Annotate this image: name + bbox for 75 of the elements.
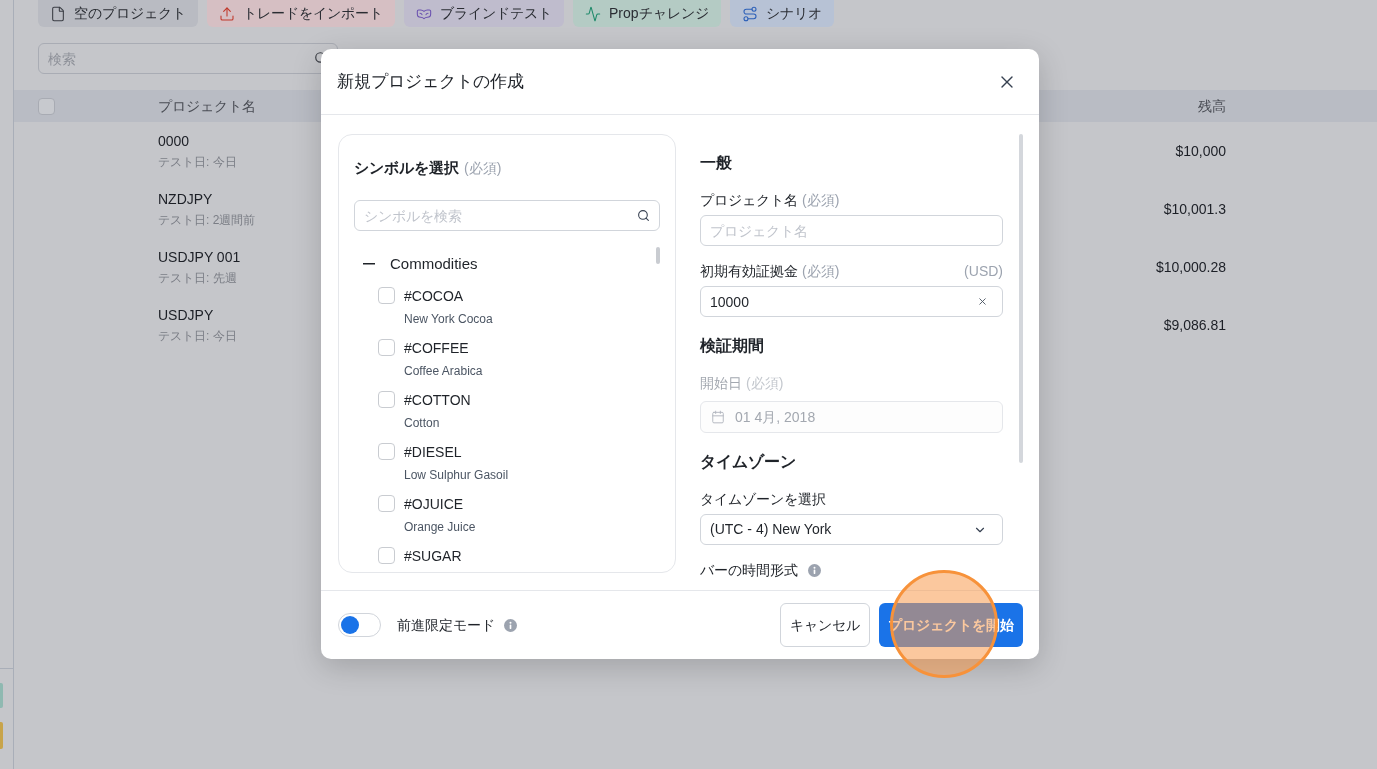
project-name: USDJPY [158, 306, 215, 325]
amount-field[interactable]: 10000 [700, 286, 1003, 317]
test-date: テスト日: 今日 [158, 154, 237, 171]
search-icon [637, 209, 650, 222]
info-icon [808, 563, 821, 577]
test-date: テスト日: 先週 [158, 270, 238, 287]
toggle-label: 前進限定モード [397, 615, 495, 635]
text-field[interactable]: プロジェクト名 [700, 215, 1003, 246]
field-label: バーの時間形式 [700, 561, 798, 580]
sidebar-icon[interactable] [0, 722, 3, 749]
info-icon [504, 618, 517, 632]
scrollbar-thumb[interactable] [656, 247, 660, 264]
calendar-icon [711, 410, 725, 424]
panel-title: シンボルを選択 [354, 157, 459, 178]
checkbox[interactable] [378, 287, 395, 304]
route-icon [741, 5, 758, 22]
checkbox[interactable] [38, 97, 55, 115]
section-title: 検証期間 [700, 336, 765, 356]
field-label: 開始日 [700, 374, 742, 393]
toggle-switch[interactable] [338, 613, 381, 637]
symbol-name[interactable]: #SUGAR [404, 546, 462, 566]
symbol-name[interactable]: #DIESEL [404, 442, 509, 462]
symbol-description: Cotton [404, 415, 441, 432]
toolbar-button[interactable]: シナリオ [729, 0, 834, 27]
symbol-name[interactable]: #OJUICE [404, 494, 476, 514]
checkbox[interactable] [378, 391, 395, 408]
project-name: 0000 [158, 132, 191, 151]
field-label: タイムゾーンを選択 [700, 490, 826, 509]
section-title: 一般 [700, 153, 733, 173]
symbol-search-field[interactable]: シンボルを検索 [354, 200, 660, 231]
clear-button[interactable] [977, 296, 988, 307]
test-date: テスト日: 2週間前 [158, 212, 256, 229]
required-note: (必須) [802, 191, 840, 210]
section-title: タイムゾーン [700, 452, 797, 472]
toolbar-button[interactable]: ブラインドテスト [404, 0, 564, 27]
symbol-description: Low Sulphur Gasoil [404, 467, 509, 484]
date-value: 01 4月, 2018 [735, 407, 816, 427]
checkbox[interactable] [378, 547, 395, 564]
required-note: (必須) [802, 262, 840, 281]
required-note: (必須) [464, 158, 502, 178]
toolbar-button[interactable]: 空のプロジェクト [38, 0, 198, 27]
scrollbar-thumb[interactable] [1019, 134, 1023, 463]
balance-cell-text: $10,000 [1175, 141, 1226, 161]
symbol-description: New York Cocoa [404, 311, 493, 328]
balance-cell-text: $9,086.81 [1163, 315, 1226, 335]
tree-group[interactable]: Commodities [363, 254, 478, 274]
symbol-name[interactable]: #COCOA [404, 286, 493, 306]
symbol-name[interactable]: #COTTON [404, 390, 471, 410]
toolbar-button[interactable]: Propチャレンジ [573, 0, 721, 27]
pulse-line-icon [585, 5, 601, 22]
sidebar-icon[interactable] [0, 683, 3, 708]
checkbox[interactable] [378, 495, 395, 512]
symbol-description: Coffee Arabica [404, 363, 483, 380]
dialog-title: 新規プロジェクトの作成 [337, 70, 524, 93]
balance-cell-text: $10,000.28 [1155, 257, 1226, 277]
required-note: (必須) [746, 374, 784, 393]
project-name: NZDJPY [158, 190, 214, 209]
balance-cell-text: $10,001.3 [1163, 199, 1226, 219]
checkbox[interactable] [378, 339, 395, 356]
field-label: プロジェクト名 [700, 191, 798, 210]
timezone-select[interactable]: (UTC - 4) New York [700, 514, 1003, 545]
column-header: 残高 [1198, 96, 1226, 116]
test-date: テスト日: 今日 [158, 328, 237, 345]
symbol-name[interactable]: #COFFEE [404, 338, 483, 358]
toolbar-button[interactable]: トレードをインポート [207, 0, 395, 27]
column-header: プロジェクト名 [158, 96, 256, 116]
cancel-button[interactable]: キャンセル [780, 603, 870, 647]
upload-icon [219, 5, 235, 22]
file-icon [50, 5, 66, 22]
clear-icon [977, 296, 988, 307]
unit-label: (USD) [964, 262, 1003, 281]
checkbox[interactable] [378, 443, 395, 460]
field-label: 初期有効証拠金 [700, 262, 798, 281]
project-name: USDJPY 001 [158, 248, 241, 267]
symbol-description: Orange Juice [404, 519, 476, 536]
